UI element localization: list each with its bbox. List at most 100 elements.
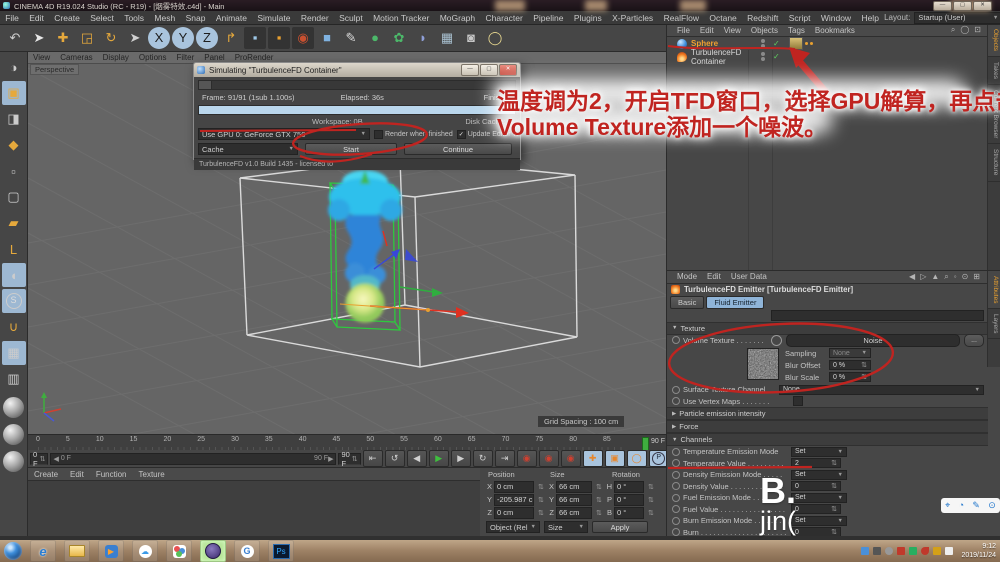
rotation-field[interactable]: 0 °: [614, 506, 644, 519]
material-menu-item[interactable]: Function: [90, 470, 133, 479]
keyframe-selection-button[interactable]: ◉: [560, 450, 581, 467]
taskbar-ie[interactable]: e: [30, 540, 56, 562]
texture-preview-icon[interactable]: [771, 334, 782, 346]
taskbar-media-player[interactable]: ▶: [98, 540, 124, 562]
section-force[interactable]: ▶ Force: [667, 420, 988, 433]
start-button[interactable]: Start: [305, 143, 397, 155]
tray-icon[interactable]: [873, 547, 882, 555]
key-position-button[interactable]: ✚: [582, 450, 603, 467]
viewport-menu-item[interactable]: Cameras: [55, 53, 97, 62]
rotation-field[interactable]: 0 °: [614, 493, 644, 506]
anim-dot-icon[interactable]: [672, 482, 680, 491]
magnet-icon[interactable]: ∪: [2, 315, 26, 339]
lock-icon[interactable]: ◦: [953, 272, 958, 282]
lock-workplane-icon[interactable]: ▦: [1, 341, 26, 365]
channel-mode-select[interactable]: Set ▼: [791, 446, 847, 457]
menu-item[interactable]: X-Particles: [607, 13, 658, 23]
menu-item[interactable]: Redshift: [742, 13, 784, 23]
dialog-minimize-button[interactable]: —: [461, 64, 479, 76]
menu-item[interactable]: Window: [816, 13, 857, 23]
cache-select[interactable]: Cache ▼: [198, 143, 298, 155]
filter-icon[interactable]: ◯: [959, 25, 970, 35]
panel-tab[interactable]: Structure: [988, 144, 1000, 182]
viewport-menu-item[interactable]: Filter: [171, 53, 199, 62]
section-channels[interactable]: ▼ Channels: [667, 433, 988, 446]
planar-workplane-icon[interactable]: ▥: [2, 367, 26, 391]
enable-check-icon[interactable]: ✓: [773, 52, 783, 61]
screenshot-toolbar[interactable]: ⌖ ◔ ✎ ⊙: [941, 498, 1000, 513]
panel-tab[interactable]: Objects: [988, 24, 1000, 58]
channel-mode-select[interactable]: Set ▼: [791, 492, 847, 503]
menu-item[interactable]: MoGraph: [435, 13, 481, 23]
rotation-field[interactable]: 0 °: [614, 480, 644, 493]
menu-item[interactable]: Create: [49, 13, 85, 23]
taskbar-photoshop[interactable]: Ps: [268, 540, 294, 562]
model-mode-icon[interactable]: ▣: [1, 81, 26, 105]
taskbar-qq-browser[interactable]: ☁: [132, 540, 158, 562]
tfd-simulation-dialog[interactable]: Simulating "TurbulenceFD Container" — ▢ …: [193, 62, 521, 170]
points-mode-icon[interactable]: ▫: [2, 159, 26, 183]
layout-select[interactable]: Startup (User) ▼: [914, 11, 1000, 24]
panel-tab[interactable]: Attributes: [988, 270, 1000, 309]
material-manager[interactable]: Create Edit Function Texture: [28, 468, 481, 536]
anim-dot-icon[interactable]: [672, 505, 680, 514]
cube-primitive-icon[interactable]: ■: [316, 27, 338, 49]
channel-mode-select[interactable]: Set ▼: [791, 515, 847, 526]
key-scale-button[interactable]: ▣: [604, 450, 625, 467]
menu-item[interactable]: RealFlow: [658, 13, 704, 23]
timeline-playhead[interactable]: [642, 437, 649, 451]
attribute-tab[interactable]: Basic: [670, 295, 705, 309]
size-field[interactable]: 66 cm: [556, 480, 592, 493]
taskbar-explorer[interactable]: [64, 540, 90, 562]
settings-icon[interactable]: ⊙: [961, 272, 970, 282]
last-tool-icon[interactable]: ➤: [124, 27, 146, 49]
render-settings-icon[interactable]: ◉: [292, 26, 314, 49]
menu-item[interactable]: Select: [85, 13, 119, 23]
menu-item[interactable]: Character: [480, 13, 528, 23]
om-menu-item[interactable]: View: [719, 26, 746, 35]
edges-mode-icon[interactable]: ▢: [2, 185, 26, 209]
coord-system-icon[interactable]: ↱: [220, 27, 242, 49]
viewport-menu-item[interactable]: Display: [98, 53, 134, 62]
material-menu-item[interactable]: Edit: [64, 470, 90, 479]
anim-dot-icon[interactable]: [672, 459, 680, 468]
axis-mode-icon[interactable]: L: [2, 237, 26, 261]
material-sphere-icon[interactable]: [3, 397, 24, 418]
tray-icon[interactable]: [897, 547, 906, 555]
volume-icon[interactable]: [945, 547, 954, 555]
render-picture-viewer-icon[interactable]: ▪: [268, 26, 290, 49]
position-field[interactable]: 0 cm: [494, 506, 534, 519]
minimize-button[interactable]: —: [933, 1, 952, 11]
menu-item[interactable]: Edit: [24, 13, 49, 23]
taskbar-g-app[interactable]: G: [234, 540, 260, 562]
blur-scale-field[interactable]: 0 % ⇅: [829, 372, 871, 382]
viewport-menu-item[interactable]: View: [28, 53, 55, 62]
position-field[interactable]: 0 cm: [494, 480, 534, 493]
maximize-button[interactable]: ▢: [953, 1, 972, 11]
blur-offset-field[interactable]: 0 % ⇅: [829, 360, 871, 370]
lock-z-icon[interactable]: Z: [196, 26, 218, 49]
menu-item[interactable]: Mesh: [149, 13, 180, 23]
end-frame-field[interactable]: 90 F ⇅: [338, 450, 361, 468]
channel-value-field[interactable]: 0 ⇅: [791, 504, 841, 515]
live-selection-icon[interactable]: ➤: [28, 27, 50, 49]
channel-value-field[interactable]: 0 ⇅: [791, 481, 841, 492]
material-sphere-icon[interactable]: [3, 424, 24, 445]
taskbar-cinema4d[interactable]: [200, 540, 226, 562]
frame-range-slider[interactable]: ◀ 0 F 90 F ▶: [50, 452, 337, 465]
anim-dot-icon[interactable]: [672, 385, 680, 394]
anim-dot-icon[interactable]: [672, 336, 680, 345]
coord-size-select[interactable]: Size ▼: [544, 521, 588, 533]
clock[interactable]: 9:12 2019/11/24: [957, 542, 996, 560]
forward-icon[interactable]: ▷: [919, 272, 927, 282]
use-vertex-maps-checkbox[interactable]: [793, 396, 803, 407]
panel-icon[interactable]: ⊡: [973, 25, 982, 35]
om-menu-item[interactable]: Objects: [746, 26, 783, 35]
anim-dot-icon[interactable]: [672, 447, 680, 456]
coord-mode-select[interactable]: Object (Rel ▼: [486, 521, 540, 533]
key-rotation-button[interactable]: ◯: [626, 450, 647, 467]
section-particle-emission[interactable]: ▶ Particle emission intensity: [667, 407, 988, 420]
menu-item[interactable]: Motion Tracker: [368, 13, 435, 23]
move-icon[interactable]: ✚: [52, 27, 74, 49]
menu-item[interactable]: Script: [784, 13, 816, 23]
